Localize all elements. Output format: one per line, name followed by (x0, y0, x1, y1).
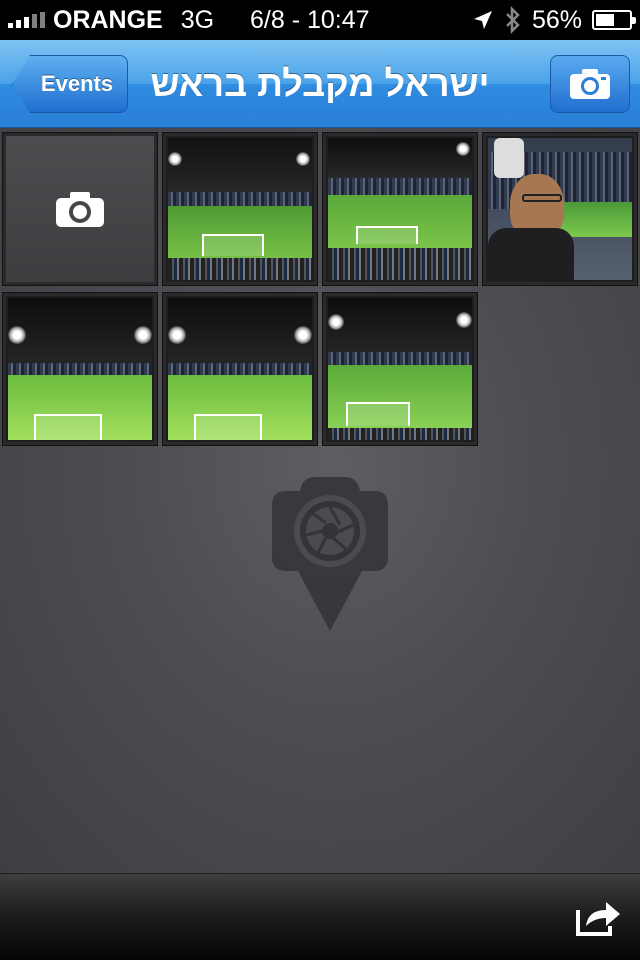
network-type: 3G (180, 5, 215, 34)
navigation-bar: Events ישראל מקבלת בראש (0, 40, 640, 128)
photo-image (168, 298, 312, 440)
bluetooth-icon (506, 6, 520, 34)
share-button[interactable] (574, 896, 622, 938)
status-datetime: 6/8 - 10:47 (250, 5, 370, 34)
photo-thumbnail[interactable] (162, 292, 318, 446)
battery-icon (592, 10, 636, 30)
photo-thumbnail[interactable] (482, 132, 638, 286)
photo-image (8, 298, 152, 440)
camera-icon (570, 69, 610, 99)
carrier-name: ORANGE (53, 5, 163, 34)
back-button-events[interactable]: Events (12, 55, 128, 113)
photo-image (328, 138, 472, 280)
add-photo-tile[interactable] (2, 132, 158, 286)
battery-level-fill (596, 14, 614, 26)
location-arrow-icon (473, 11, 492, 29)
photo-image (328, 298, 472, 440)
camera-icon (56, 192, 104, 227)
signal-bars-icon (8, 12, 45, 28)
photo-thumbnail[interactable] (322, 132, 478, 286)
share-icon (576, 902, 620, 936)
page-title: ישראל מקבלת בראש (150, 63, 490, 104)
photo-thumbnail[interactable] (162, 132, 318, 286)
camera-button[interactable] (550, 55, 630, 113)
photo-image (488, 138, 632, 280)
bottom-toolbar (0, 873, 640, 960)
camera-pin-logo-icon (272, 477, 388, 631)
status-bar: ORANGE 3G 6/8 - 10:47 56% (0, 0, 640, 40)
photo-thumbnail[interactable] (2, 292, 158, 446)
battery-percent: 56% (531, 5, 582, 34)
photo-gallery-area (0, 128, 640, 873)
photo-image (168, 138, 312, 280)
photo-thumbnail[interactable] (322, 292, 478, 446)
